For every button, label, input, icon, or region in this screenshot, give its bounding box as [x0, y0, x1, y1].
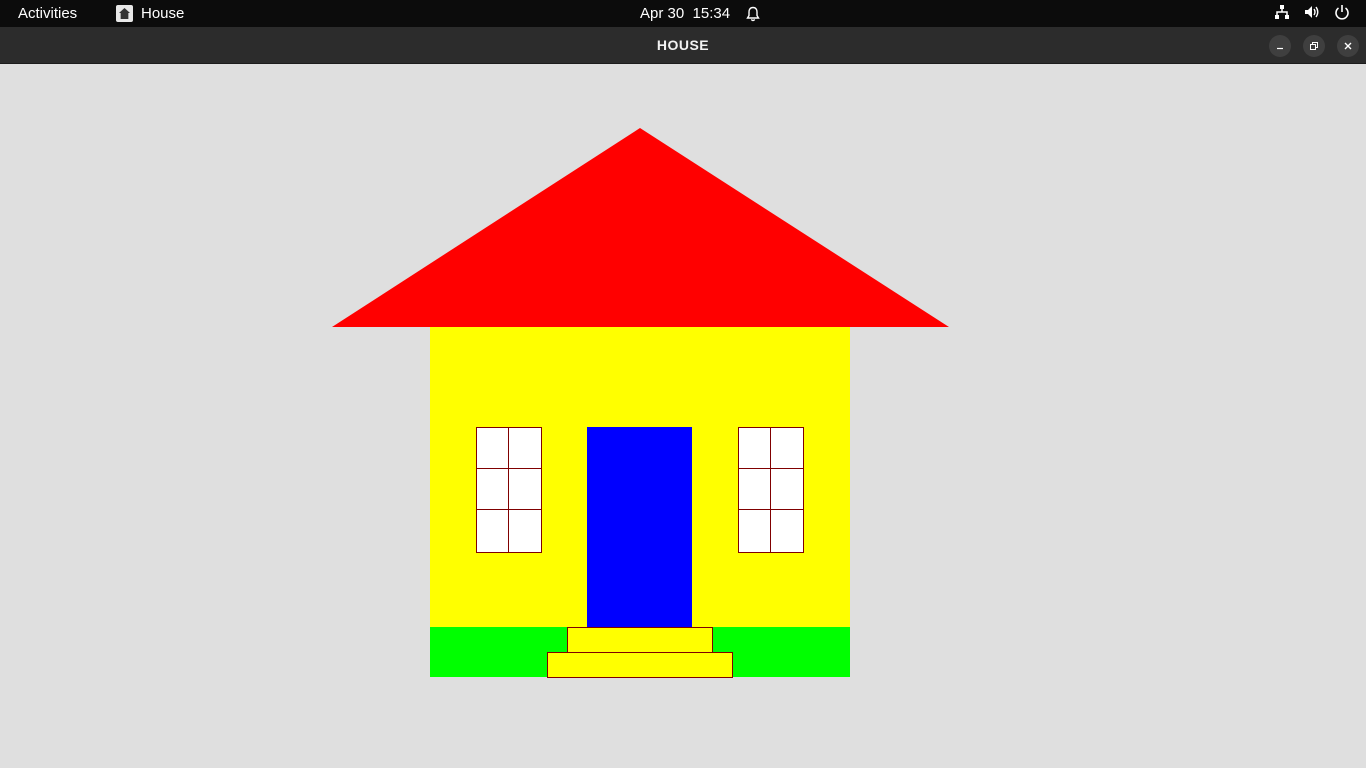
- power-icon: [1334, 4, 1350, 20]
- minimize-button[interactable]: [1269, 35, 1291, 57]
- drawing-canvas: [0, 64, 1366, 768]
- window-titlebar[interactable]: HOUSE: [0, 27, 1366, 64]
- top-panel: Activities House Apr 30 15:34: [0, 0, 1366, 27]
- left-window: [476, 427, 542, 553]
- bell-icon: [746, 6, 760, 22]
- house-drawing: [332, 128, 949, 678]
- clock-text: Apr 30 15:34: [640, 5, 731, 22]
- roof: [332, 128, 949, 327]
- system-tray[interactable]: [1274, 4, 1350, 20]
- network-icon: [1274, 4, 1290, 20]
- lower-step: [547, 652, 733, 678]
- app-menu[interactable]: House: [116, 4, 184, 23]
- door: [587, 427, 692, 627]
- right-window: [738, 427, 804, 553]
- maximize-button[interactable]: [1303, 35, 1325, 57]
- close-button[interactable]: [1337, 35, 1359, 57]
- upper-step: [567, 627, 713, 653]
- app-menu-label: House: [141, 5, 185, 22]
- minimize-icon: [1277, 47, 1283, 50]
- house-app-icon: [116, 5, 133, 22]
- close-icon: [1344, 42, 1352, 50]
- activities-button[interactable]: Activities: [18, 4, 77, 23]
- volume-icon: [1304, 4, 1320, 20]
- maximize-icon: [1310, 42, 1318, 50]
- window-title: HOUSE: [656, 37, 710, 53]
- clock-button[interactable]: Apr 30 15:34: [640, 4, 760, 23]
